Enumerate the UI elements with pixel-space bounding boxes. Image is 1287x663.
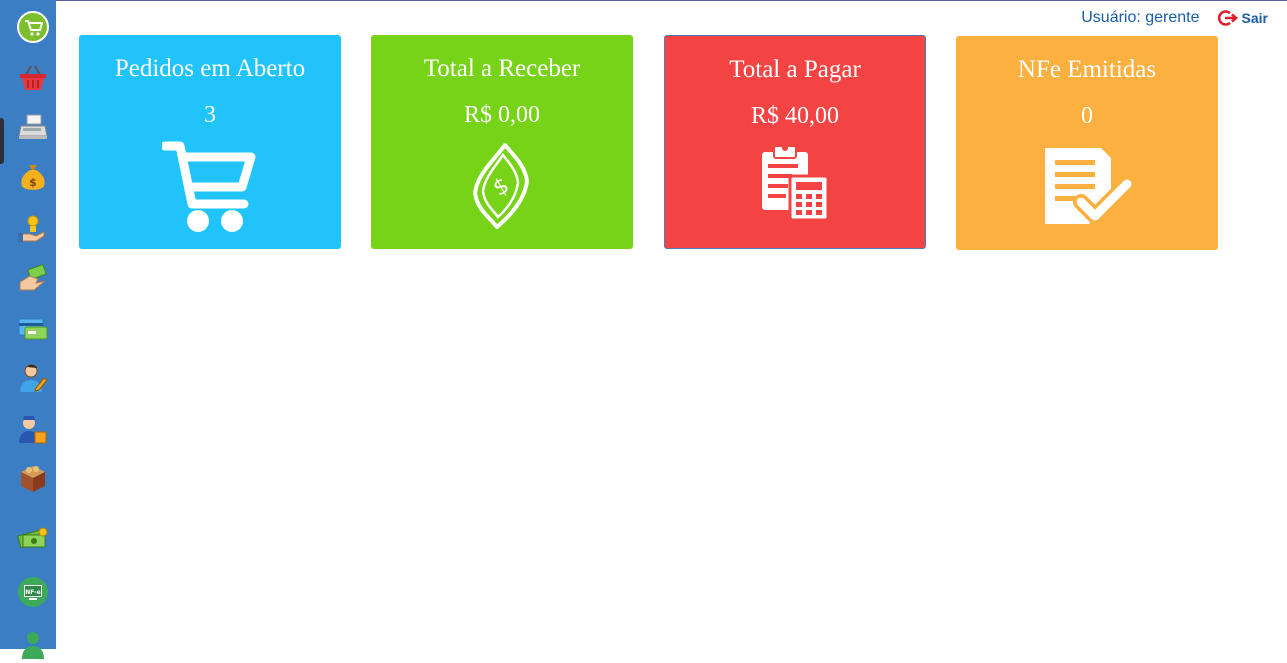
card-value: 3 bbox=[204, 102, 216, 128]
card-title: Total a Pagar bbox=[729, 56, 861, 83]
logout-label: Sair bbox=[1241, 10, 1268, 26]
sidebar-cash-register-icon[interactable] bbox=[14, 108, 52, 146]
card-value: 0 bbox=[1081, 103, 1093, 129]
user-bar: Usuário: gerente Sair bbox=[1081, 8, 1268, 28]
sidebar-credit-card-icon[interactable] bbox=[14, 309, 52, 347]
sidebar-product-box-icon[interactable] bbox=[14, 459, 52, 497]
clipboard-calculator-icon bbox=[762, 145, 830, 222]
cart-icon bbox=[162, 141, 256, 232]
sidebar-hand-coin-icon[interactable] bbox=[14, 210, 52, 248]
sidebar-money-stack-icon[interactable] bbox=[14, 518, 52, 556]
svg-text:$: $ bbox=[29, 176, 37, 189]
card-nfe-emitidas[interactable]: NFe Emitidas 0 bbox=[956, 36, 1218, 250]
svg-text:NF-e: NF-e bbox=[25, 589, 41, 596]
sidebar-handle[interactable] bbox=[0, 118, 4, 164]
money-bill-icon: $ bbox=[473, 143, 529, 229]
card-total-a-receber[interactable]: Total a Receber R$ 0,00 $ bbox=[371, 35, 633, 249]
sidebar: $ NF-e bbox=[0, 0, 56, 659]
card-pedidos-em-aberto[interactable]: Pedidos em Aberto 3 bbox=[79, 35, 341, 249]
document-check-icon bbox=[1045, 148, 1135, 224]
card-title: NFe Emitidas bbox=[1017, 56, 1157, 83]
sidebar-user-edit-icon[interactable] bbox=[14, 359, 52, 397]
top-border bbox=[56, 0, 1287, 1]
sidebar-money-bag-icon[interactable]: $ bbox=[14, 158, 52, 196]
sidebar-supplier-icon[interactable] bbox=[14, 410, 52, 448]
user-label: Usuário: gerente bbox=[1081, 9, 1200, 26]
sidebar-basket-icon[interactable] bbox=[14, 59, 52, 97]
svg-text:$: $ bbox=[489, 173, 514, 202]
logout-icon bbox=[1217, 10, 1238, 26]
card-total-a-pagar[interactable]: Total a Pagar R$ 40,00 bbox=[664, 35, 926, 249]
card-title: Pedidos em Aberto bbox=[114, 55, 306, 82]
sidebar-user-icon[interactable] bbox=[14, 625, 52, 663]
logout-button[interactable]: Sair bbox=[1217, 9, 1268, 27]
card-value: R$ 0,00 bbox=[463, 102, 540, 128]
sidebar-nfe-icon[interactable]: NF-e bbox=[14, 573, 52, 611]
card-value: R$ 40,00 bbox=[750, 103, 839, 129]
sidebar-payment-hand-icon[interactable] bbox=[14, 260, 52, 298]
sidebar-home-cart-icon[interactable] bbox=[14, 8, 52, 46]
card-title: Total a Receber bbox=[423, 55, 581, 82]
